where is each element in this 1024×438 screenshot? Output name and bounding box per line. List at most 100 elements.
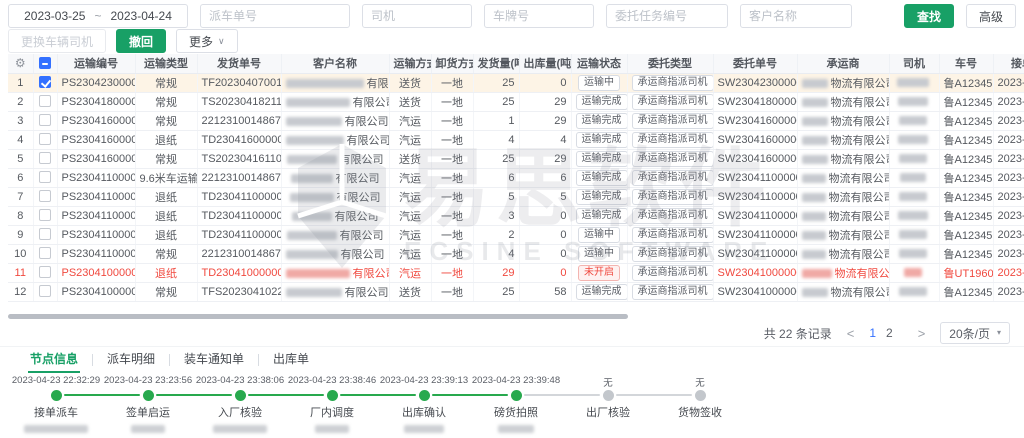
column-header[interactable]: 发货量(吨) — [473, 54, 519, 73]
next-page-button[interactable]: > — [918, 326, 926, 341]
cell-ship-qty: 6 — [473, 168, 519, 187]
column-header[interactable]: 车号 — [939, 54, 993, 73]
column-header[interactable]: 承运商 — [797, 54, 889, 73]
cell-plate-no: 鲁A12345 — [939, 168, 993, 187]
scrollbar-thumb[interactable] — [8, 314, 628, 319]
column-header[interactable]: 出库量(吨) — [519, 54, 571, 73]
more-button[interactable]: 更多 ∨ — [176, 29, 238, 53]
cell-row-select[interactable] — [33, 168, 57, 187]
column-header[interactable]: 客户名称 — [281, 54, 389, 73]
column-header[interactable]: 发货单号 — [197, 54, 281, 73]
cell-row-select[interactable] — [33, 282, 57, 301]
column-header[interactable]: 运输状态 — [571, 54, 627, 73]
status-badge: 运输完成 — [576, 284, 628, 300]
table-row[interactable]: 6PS2304110000059.6米车运输22123100148676有限公司… — [8, 168, 1024, 187]
plate-no-input[interactable] — [484, 4, 594, 28]
cell-row-index: 3 — [8, 111, 33, 130]
dispatch-no-input[interactable] — [200, 4, 350, 28]
select-all-checkbox[interactable] — [39, 57, 51, 69]
row-checkbox[interactable] — [39, 228, 51, 240]
page-size-select[interactable]: 20条/页 ▾ — [940, 322, 1010, 344]
tab-node-info[interactable]: 节点信息 — [16, 347, 92, 373]
column-header[interactable]: 卸货方式 — [431, 54, 473, 73]
cell-consign-type: 承运商指派司机 — [627, 92, 713, 111]
cell-transport-type: 退纸 — [135, 263, 197, 282]
cell-row-select[interactable] — [33, 73, 57, 92]
timeline-timestamp: 无 — [562, 375, 654, 388]
cell-row-select[interactable] — [33, 263, 57, 282]
cell-row-select[interactable] — [33, 149, 57, 168]
row-checkbox[interactable] — [39, 247, 51, 259]
date-range-picker[interactable]: 2023-03-25 ~ 2023-04-24 — [8, 4, 188, 28]
customer-name-input[interactable] — [740, 4, 852, 28]
cell-row-select[interactable] — [33, 206, 57, 225]
row-checkbox[interactable] — [39, 95, 51, 107]
column-header[interactable]: 委托类型 — [627, 54, 713, 73]
page-number-1[interactable]: 1 — [869, 326, 876, 340]
page-number-2[interactable]: 2 — [886, 326, 893, 340]
table-row[interactable]: 5PS230416000004常规TS202304161109有限公司送货一地2… — [8, 149, 1024, 168]
cell-outbound-qty: 4 — [519, 130, 571, 149]
change-vehicle-driver-button[interactable]: 更换车辆司机 — [8, 29, 106, 53]
cell-transport-status: 运输完成 — [571, 92, 627, 111]
table-row[interactable]: 2PS230418000001常规TS202304182114有限公司送货一地2… — [8, 92, 1024, 111]
column-header[interactable]: 委托单号 — [713, 54, 797, 73]
row-checkbox[interactable] — [39, 133, 51, 145]
cell-row-select[interactable] — [33, 111, 57, 130]
prev-page-button[interactable]: < — [847, 326, 855, 341]
cell-row-select[interactable] — [33, 92, 57, 111]
row-checkbox[interactable] — [39, 190, 51, 202]
search-button[interactable]: 查找 — [904, 4, 954, 28]
tab-outbound-order[interactable]: 出库单 — [259, 347, 323, 373]
cell-transport-type: 退纸 — [135, 130, 197, 149]
date-start[interactable]: 2023-03-25 — [24, 9, 85, 23]
cell-consign-no: SW230411000004 — [713, 187, 797, 206]
column-settings-gear-icon[interactable]: ⚙ — [15, 56, 26, 70]
horizontal-scrollbar[interactable] — [8, 313, 1024, 320]
advanced-button[interactable]: 高级 — [966, 4, 1016, 28]
cell-customer-name: 有限公司 — [281, 92, 389, 111]
table-row[interactable]: 11PS230410000006退纸TD230410000009有限公司汽运一地… — [8, 263, 1024, 282]
date-end[interactable]: 2023-04-24 — [111, 9, 172, 23]
table-row[interactable]: 4PS230416000006退纸TD230416000002有限公司汽运一地4… — [8, 130, 1024, 149]
consign-task-no-input[interactable] — [606, 4, 728, 28]
table-row[interactable]: 8PS230411000003退纸TD230411000008有限公司汽运一地3… — [8, 206, 1024, 225]
row-checkbox[interactable] — [39, 285, 51, 297]
row-checkbox[interactable] — [39, 209, 51, 221]
column-header[interactable]: 运输类型 — [135, 54, 197, 73]
column-header[interactable]: 运输方式 — [389, 54, 431, 73]
column-header[interactable]: 接单时间 — [993, 54, 1024, 73]
driver-input[interactable] — [362, 4, 472, 28]
row-checkbox[interactable] — [39, 114, 51, 126]
table-row[interactable]: 7PS230411000004退纸TD230411000009有限公司汽运一地5… — [8, 187, 1024, 206]
consign-type-badge: 承运商指派司机 — [632, 151, 714, 167]
row-checkbox[interactable] — [39, 76, 51, 88]
row-checkbox[interactable] — [39, 266, 51, 278]
row-checkbox[interactable] — [39, 152, 51, 164]
revoke-button[interactable]: 撤回 — [116, 29, 166, 53]
status-badge: 运输完成 — [576, 94, 628, 110]
total-records-text: 共 22 条记录 — [764, 325, 832, 342]
tab-loading-notice[interactable]: 装车通知单 — [170, 347, 258, 373]
table-row[interactable]: 12PS230410000004常规TFS202304102203有限公司送货一… — [8, 282, 1024, 301]
cell-outbound-qty: 0 — [519, 73, 571, 92]
column-header[interactable]: 运输编号 — [57, 54, 135, 73]
cell-accept-time: 2023-04-1 — [993, 282, 1024, 301]
cell-unload-mode: 一地 — [431, 92, 473, 111]
transport-dispatch-page: 2023-03-25 ~ 2023-04-24 查找 高级 更换车辆司机 撤回 … — [0, 0, 1024, 438]
timeline-dot-icon — [143, 390, 154, 401]
table-row[interactable]: 9PS230411000002退纸TD230411000007有限公司汽运一地2… — [8, 225, 1024, 244]
table-row[interactable]: 1PS230423000002常规TF20230407001有限公司送货一地25… — [8, 73, 1024, 92]
consign-type-badge: 承运商指派司机 — [632, 265, 714, 281]
row-checkbox[interactable] — [39, 171, 51, 183]
cell-row-select[interactable] — [33, 244, 57, 263]
cell-accept-time: 2023-04-1 — [993, 187, 1024, 206]
table-row[interactable]: 3PS230416000007常规22123100148673有限公司汽运一地1… — [8, 111, 1024, 130]
cell-row-select[interactable] — [33, 130, 57, 149]
cell-row-select[interactable] — [33, 187, 57, 206]
tab-dispatch-detail[interactable]: 派车明细 — [93, 347, 169, 373]
cell-customer-name: 有限公司 — [281, 244, 389, 263]
cell-row-select[interactable] — [33, 225, 57, 244]
column-header[interactable]: 司机 — [889, 54, 939, 73]
table-row[interactable]: 10PS230411000001常规22123100148677有限公司汽运一地… — [8, 244, 1024, 263]
